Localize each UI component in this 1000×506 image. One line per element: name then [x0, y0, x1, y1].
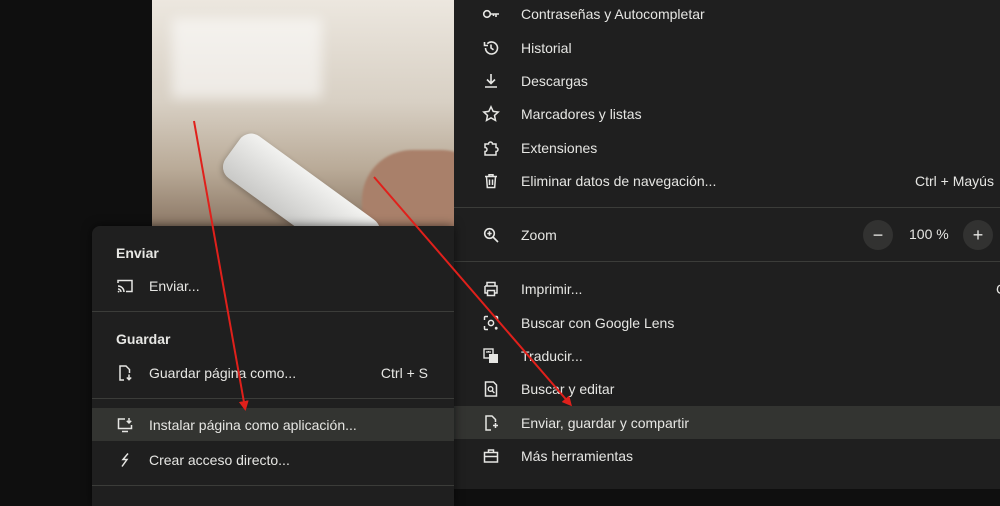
- star-icon: [482, 104, 500, 123]
- menu-separator: [454, 261, 1000, 262]
- menu-item-bookmarks[interactable]: Marcadores y listas: [454, 97, 1000, 130]
- submenu-item-label: Guardar página como...: [149, 364, 297, 381]
- menu-item-label: Más herramientas: [521, 447, 634, 464]
- submenu-item-label: Enviar...: [149, 277, 200, 294]
- menu-item-label: Zoom: [521, 226, 557, 243]
- submenu-item-shortcut: Ctrl + S: [380, 364, 428, 381]
- menu-item-find-edit[interactable]: Buscar y editar: [454, 372, 1000, 405]
- menu-item-label: Contraseñas y Autocompletar: [521, 5, 705, 22]
- menu-item-print[interactable]: Imprimir... C: [454, 272, 1000, 305]
- menu-item-passwords[interactable]: Contraseñas y Autocompletar: [454, 0, 1000, 30]
- background-photo: [152, 0, 454, 226]
- menu-item-label: Traducir...: [521, 347, 583, 364]
- zoom-in-button[interactable]: +: [963, 220, 993, 250]
- photo-window-blur: [172, 18, 322, 98]
- printer-icon: [482, 280, 500, 298]
- zoom-level: 100 %: [909, 226, 949, 242]
- menu-item-shortcut: Ctrl + Mayús: [915, 172, 994, 189]
- submenu-item-install-app[interactable]: Instalar página como aplicación...: [92, 408, 454, 441]
- submenu-item-create-shortcut[interactable]: Crear acceso directo...: [92, 443, 454, 476]
- trash-icon: [482, 172, 500, 190]
- menu-item-label: Marcadores y listas: [521, 105, 642, 122]
- download-icon: [482, 72, 500, 90]
- menu-item-label: Imprimir...: [521, 280, 583, 297]
- menu-item-label: Extensiones: [521, 139, 598, 156]
- history-icon: [482, 39, 500, 57]
- submenu-item-label: Crear acceso directo...: [149, 451, 290, 468]
- key-icon: [482, 5, 500, 23]
- share-icon: [482, 414, 500, 432]
- send-save-share-submenu: Enviar Enviar... Guardar Guardar página …: [92, 226, 454, 506]
- submenu-separator: [92, 398, 454, 399]
- menu-item-shortcut: C: [996, 281, 1000, 297]
- submenu-separator: [92, 485, 454, 486]
- zoom-out-button[interactable]: −: [863, 220, 893, 250]
- zoom-in-label: +: [972, 224, 984, 245]
- photo-hand: [362, 150, 454, 226]
- shortcut-icon: [116, 451, 134, 469]
- submenu-item-cast[interactable]: Enviar...: [92, 269, 454, 302]
- save-page-icon: [116, 364, 134, 382]
- menu-item-translate[interactable]: Traducir...: [454, 339, 1000, 372]
- menu-item-send-save-share[interactable]: Enviar, guardar y compartir: [454, 406, 1000, 439]
- menu-item-label: Descargas: [521, 72, 588, 89]
- zoom-icon: [482, 226, 500, 244]
- zoom-out-label: −: [872, 224, 884, 245]
- puzzle-icon: [482, 139, 500, 157]
- submenu-heading-save: Guardar: [116, 331, 171, 347]
- menu-separator: [454, 207, 1000, 208]
- menu-item-label: Enviar, guardar y compartir: [521, 414, 690, 431]
- menu-item-more-tools[interactable]: Más herramientas: [454, 439, 1000, 472]
- submenu-item-label: Instalar página como aplicación...: [149, 416, 357, 433]
- menu-item-extensions[interactable]: Extensiones: [454, 131, 1000, 164]
- lens-icon: [482, 314, 500, 332]
- submenu-heading-send: Enviar: [116, 245, 159, 261]
- menu-item-google-lens[interactable]: Buscar con Google Lens: [454, 306, 1000, 339]
- menu-item-downloads[interactable]: Descargas: [454, 64, 1000, 97]
- menu-item-label: Buscar con Google Lens: [521, 314, 675, 331]
- photo-phone: [217, 128, 386, 226]
- install-app-icon: [116, 416, 134, 434]
- menu-item-label: Historial: [521, 39, 572, 56]
- menu-item-label: Buscar y editar: [521, 380, 615, 397]
- submenu-item-save-page[interactable]: Guardar página como... Ctrl + S: [92, 356, 454, 389]
- submenu-separator: [92, 311, 454, 312]
- toolbox-icon: [482, 447, 500, 465]
- cast-icon: [116, 277, 134, 295]
- translate-icon: [482, 347, 500, 365]
- browser-main-menu: Contraseñas y Autocompletar Historial De…: [454, 0, 1000, 489]
- menu-item-label: Eliminar datos de navegación...: [521, 172, 717, 189]
- menu-item-clear-data[interactable]: Eliminar datos de navegación... Ctrl + M…: [454, 164, 1000, 197]
- menu-item-history[interactable]: Historial: [454, 31, 1000, 64]
- find-icon: [482, 380, 500, 398]
